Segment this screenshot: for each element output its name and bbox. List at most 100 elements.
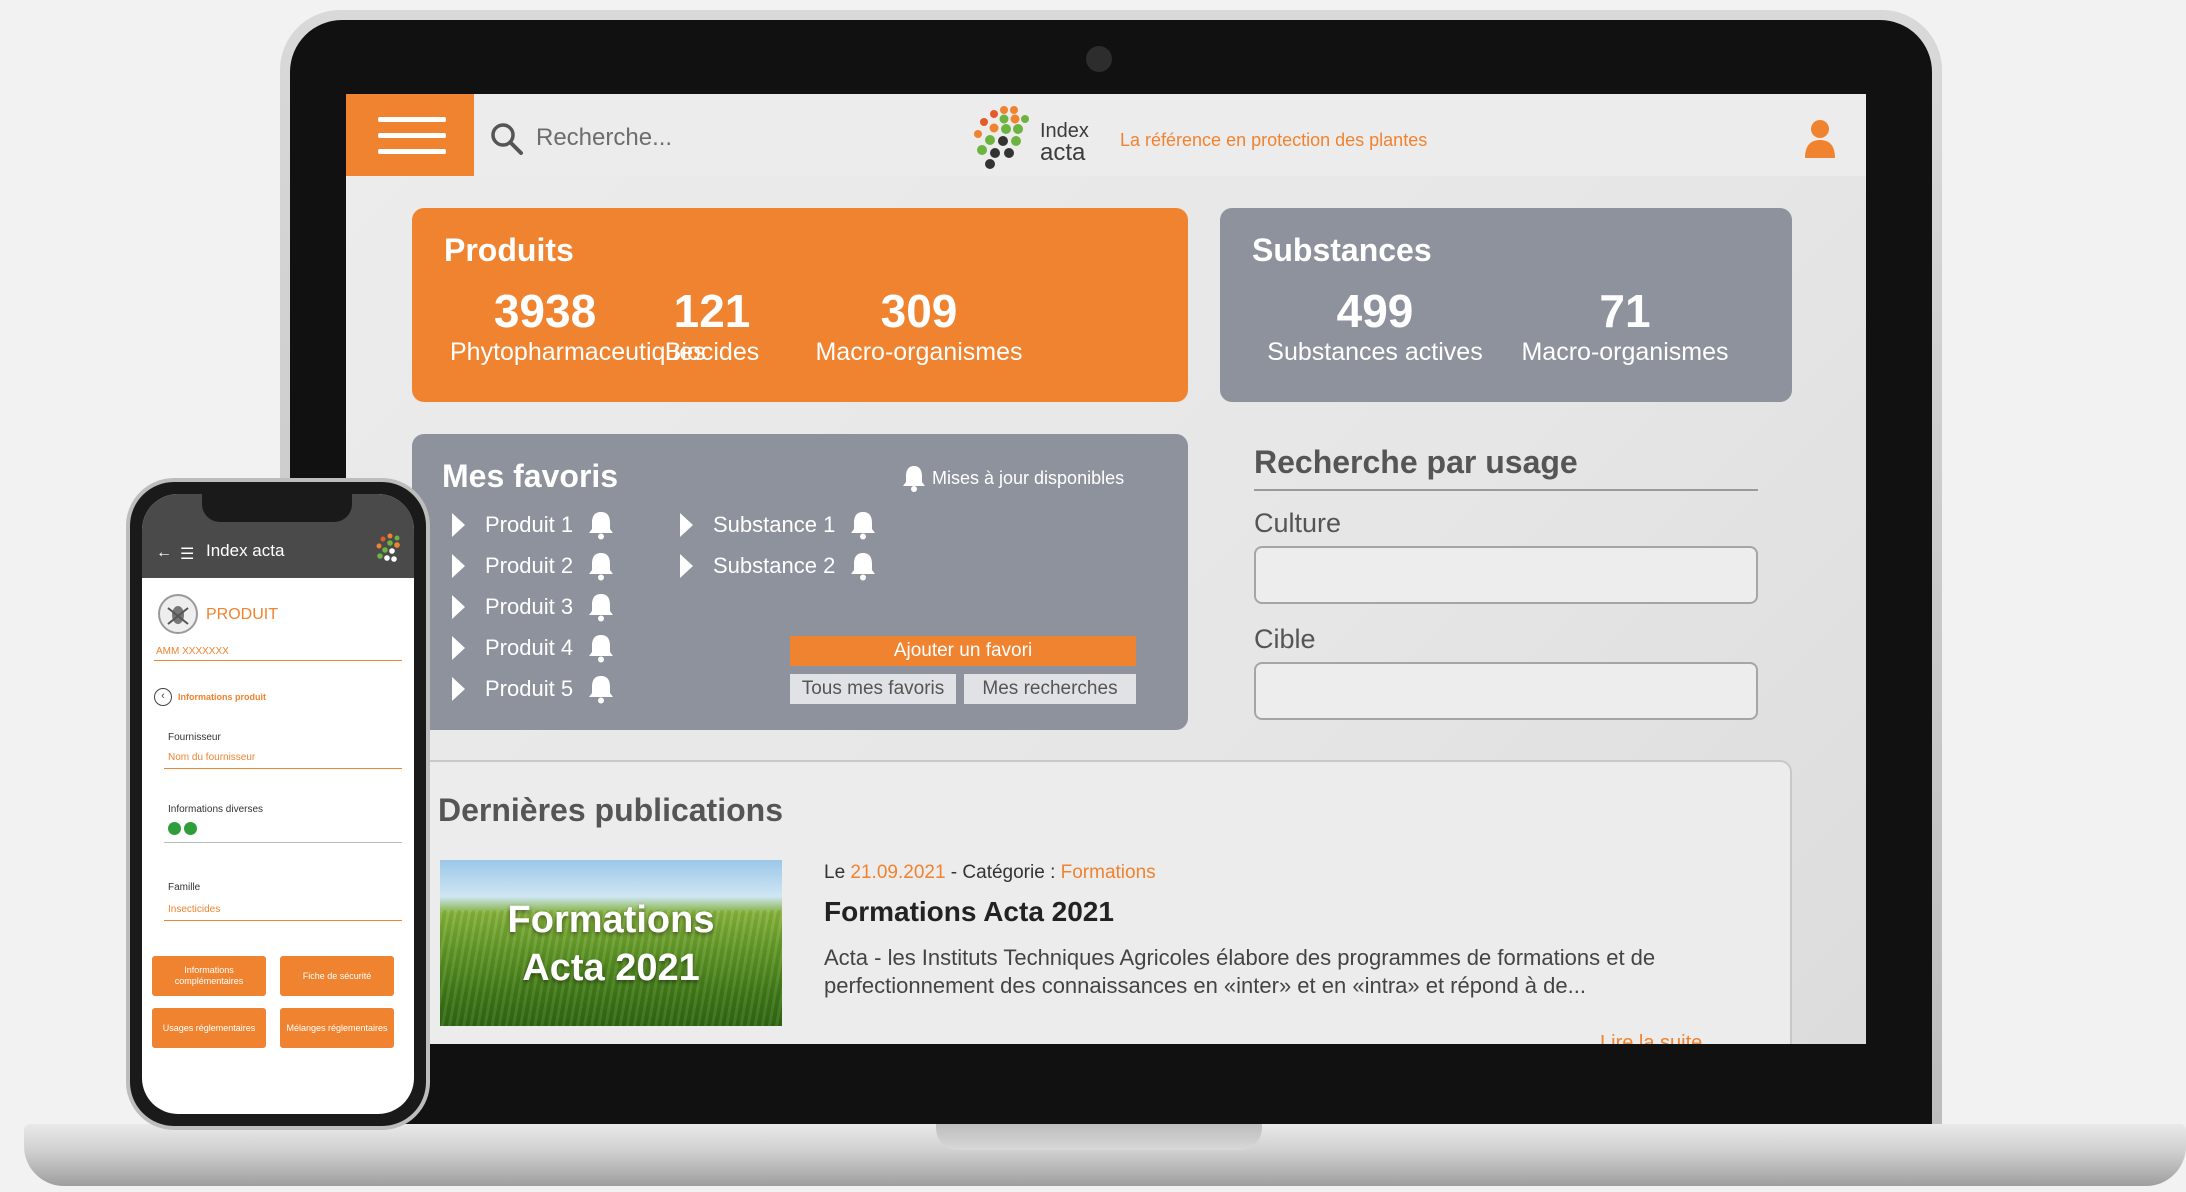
menu-bar-icon	[378, 117, 446, 122]
favori-label: Substance 2	[713, 552, 836, 578]
favori-item[interactable]: Produit 1	[452, 504, 615, 545]
publication-date: 21.09.2021	[850, 862, 946, 883]
stat-substances-actives[interactable]: 499 Substances actives	[1260, 288, 1490, 367]
index-acta-logo-icon	[376, 533, 400, 562]
informations-underline	[164, 842, 402, 843]
chevron-left-icon[interactable]: ‹	[154, 688, 172, 706]
search-icon[interactable]	[490, 122, 524, 156]
bell-icon[interactable]	[587, 674, 615, 704]
eco-badge-icon	[184, 822, 197, 835]
favori-label: Produit 1	[485, 511, 574, 537]
fiche-securite-button[interactable]: Fiche de sécurité	[280, 956, 394, 996]
tagline: La référence en protection des plantes	[1120, 130, 1428, 150]
stat-value: 309	[880, 285, 958, 337]
phone-app-title: Index acta	[206, 541, 285, 560]
updates-label: Mises à jour disponibles	[932, 467, 1125, 488]
stat-value: 499	[1336, 285, 1414, 337]
publication-thumbnail[interactable]: Formations Acta 2021	[440, 860, 782, 1026]
stat-phytopharmaceutiques[interactable]: 3938 Phytopharmaceutiques	[450, 285, 706, 367]
publication-meta: Le 21.09.2021 - Catégorie : Formations	[824, 862, 1156, 884]
logo-text: Index acta	[1040, 120, 1089, 166]
informations-label: Informations diverses	[168, 804, 264, 815]
bell-icon[interactable]	[587, 592, 615, 622]
publication-excerpt: Acta - les Instituts Techniques Agricole…	[824, 945, 1656, 998]
menu-bar-icon	[378, 133, 446, 138]
search-input[interactable]: Recherche...	[536, 124, 672, 152]
all-favorites-button[interactable]: Tous mes favoris	[790, 674, 956, 704]
stat-label: Substances actives	[1267, 338, 1483, 366]
famille-label: Famille	[168, 882, 201, 893]
bell-icon[interactable]	[587, 633, 615, 663]
favori-item[interactable]: Produit 2	[452, 545, 615, 586]
fournisseur-underline	[164, 768, 402, 769]
stat-value: 3938	[493, 285, 597, 337]
substances-card[interactable]: Substances 499 Substances actives 71 Mac…	[1220, 208, 1792, 402]
menu-bar-icon	[378, 149, 446, 154]
logo-line2: acta	[1040, 139, 1086, 166]
play-icon	[452, 676, 465, 701]
culture-input[interactable]	[1254, 546, 1758, 604]
favori-label: Produit 5	[485, 675, 574, 701]
stat-value: 71	[1599, 285, 1651, 337]
publications-panel: Dernières publications Formations Acta 2…	[412, 760, 1792, 1044]
read-more-link[interactable]: Lire la suite	[1600, 1032, 1702, 1044]
bell-icon[interactable]	[849, 551, 877, 581]
updates-available[interactable]: Mises à jour disponibles	[902, 464, 1124, 492]
thumbnail-line1: Formations	[507, 899, 715, 941]
fournisseur-label: Fournisseur	[168, 732, 221, 743]
favori-item[interactable]: Produit 4	[452, 627, 615, 668]
play-icon	[452, 553, 465, 578]
publication-category-link[interactable]: Formations	[1061, 862, 1156, 883]
play-icon	[452, 594, 465, 619]
phone-app-bar: ← ☰ Index acta	[142, 494, 414, 578]
bug-icon	[167, 606, 189, 625]
substances-title: Substances	[1252, 232, 1432, 268]
add-favorite-button[interactable]: Ajouter un favori	[790, 636, 1136, 666]
menu-icon[interactable]: ☰	[180, 544, 194, 564]
eco-badge-icon	[168, 822, 181, 835]
favori-item[interactable]: Produit 5	[452, 668, 615, 709]
play-icon	[452, 512, 465, 537]
stat-value: 121	[673, 285, 751, 337]
amm-underline	[154, 660, 402, 661]
phone-notch	[202, 494, 352, 522]
play-icon	[680, 512, 693, 537]
stat-label: Macro-organismes	[815, 338, 1023, 366]
publication-title[interactable]: Formations Acta 2021	[824, 896, 1114, 928]
stat-biocides[interactable]: 121 Biocides	[652, 288, 772, 367]
favori-item[interactable]: Produit 3	[452, 586, 615, 627]
stat-macro-organismes[interactable]: 309 Macro-organismes	[774, 288, 1064, 367]
usages-reglementaires-button[interactable]: Usages réglementaires	[152, 1008, 266, 1048]
culture-label: Culture	[1254, 508, 1342, 538]
bell-icon[interactable]	[849, 510, 877, 540]
top-bar: Recherche... Index acta La référence en …	[346, 94, 1866, 176]
stat-label: Biocides	[664, 338, 760, 366]
hamburger-menu-button[interactable]	[346, 94, 474, 176]
play-icon	[452, 635, 465, 660]
phone-screen: ← ☰ Index acta PRODUIT AMM XXXXXXX ‹ Inf…	[142, 494, 414, 1114]
famille-underline	[164, 920, 402, 921]
favori-label: Produit 3	[485, 593, 574, 619]
phone-frame: ← ☰ Index acta PRODUIT AMM XXXXXXX ‹ Inf…	[126, 478, 430, 1130]
infos-complementaires-button[interactable]: Informations complémentaires	[152, 956, 266, 996]
produits-card[interactable]: Produits 3938 Phytopharmaceutiques 121 B…	[412, 208, 1188, 402]
favori-label: Produit 4	[485, 634, 574, 660]
bell-icon[interactable]	[587, 510, 615, 540]
favori-item[interactable]: Substance 2	[680, 545, 877, 586]
usage-search-title: Recherche par usage	[1254, 444, 1578, 480]
favoris-substances-list: Substance 1 Substance 2	[680, 504, 877, 586]
melanges-reglementaires-button[interactable]: Mélanges réglementaires	[280, 1008, 394, 1048]
category-prefix: - Catégorie :	[950, 862, 1056, 883]
favoris-panel: Mes favoris Mises à jour disponibles Pro…	[412, 434, 1188, 730]
bell-icon[interactable]	[587, 551, 615, 581]
my-searches-button[interactable]: Mes recherches	[964, 674, 1136, 704]
stat-macro-organismes[interactable]: 71 Macro-organismes	[1510, 288, 1740, 367]
stat-label: Macro-organismes	[1521, 338, 1729, 366]
camera	[1086, 46, 1112, 72]
product-bug-icon	[158, 594, 198, 634]
favori-item[interactable]: Substance 1	[680, 504, 877, 545]
cible-input[interactable]	[1254, 662, 1758, 720]
thumbnail-line2: Acta 2021	[522, 947, 700, 989]
back-arrow-icon[interactable]: ←	[156, 544, 172, 562]
user-account-icon[interactable]	[1804, 118, 1836, 158]
